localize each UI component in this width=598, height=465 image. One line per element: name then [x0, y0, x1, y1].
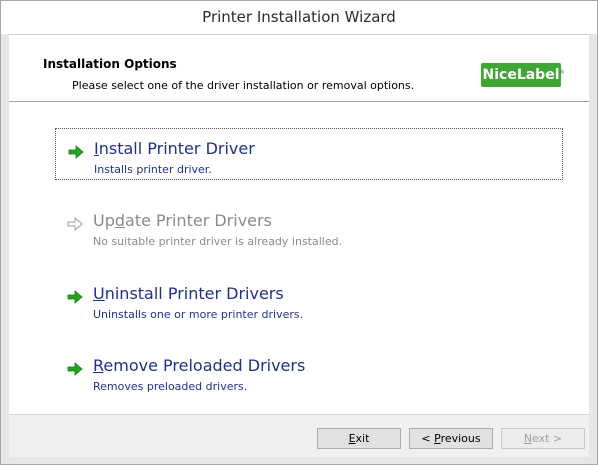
next-button: Next > — [501, 428, 585, 449]
green-arrow-icon — [68, 145, 84, 159]
green-arrow-icon — [67, 290, 83, 304]
option-description: No suitable printer driver is already in… — [93, 235, 343, 248]
option-title: Remove Preloaded Drivers — [93, 356, 306, 375]
gray-arrow-icon — [67, 217, 83, 231]
option-install-printer-driver[interactable]: Install Printer Driver Installs printer … — [55, 128, 563, 180]
options-panel: Install Printer Driver Installs printer … — [9, 102, 589, 414]
wizard-window: Printer Installation Wizard Installation… — [0, 0, 598, 465]
option-title: Uninstall Printer Drivers — [93, 284, 284, 303]
wizard-header: Installation Options Please select one o… — [9, 34, 589, 102]
window-frame-right — [589, 34, 597, 456]
window-frame-bottom — [1, 456, 597, 464]
nicelabel-logo: NiceLabel ® — [481, 63, 565, 87]
exit-button[interactable]: Exit — [317, 428, 401, 449]
logo-text-nice: Nice — [482, 67, 517, 83]
previous-button[interactable]: < Previous — [409, 428, 493, 449]
option-description: Removes preloaded drivers. — [93, 380, 248, 393]
window-title: Printer Installation Wizard — [1, 1, 597, 34]
option-remove-preloaded-drivers[interactable]: Remove Preloaded Drivers Removes preload… — [55, 346, 563, 398]
page-subtitle: Please select one of the driver installa… — [72, 79, 415, 92]
option-description: Uninstalls one or more printer drivers. — [93, 308, 304, 321]
green-arrow-icon — [67, 362, 83, 376]
logo-registered-mark: ® — [559, 69, 565, 76]
option-title: Install Printer Driver — [94, 139, 255, 158]
window-frame-left — [1, 34, 9, 456]
option-description: Installs printer driver. — [94, 163, 212, 176]
logo-text-label: Label — [516, 67, 560, 83]
option-update-printer-drivers: Update Printer Drivers No suitable print… — [55, 201, 563, 253]
option-title: Update Printer Drivers — [93, 211, 272, 230]
wizard-footer: Exit < Previous Next > — [9, 414, 589, 457]
page-title: Installation Options — [43, 57, 177, 71]
option-uninstall-printer-drivers[interactable]: Uninstall Printer Drivers Uninstalls one… — [55, 274, 563, 326]
